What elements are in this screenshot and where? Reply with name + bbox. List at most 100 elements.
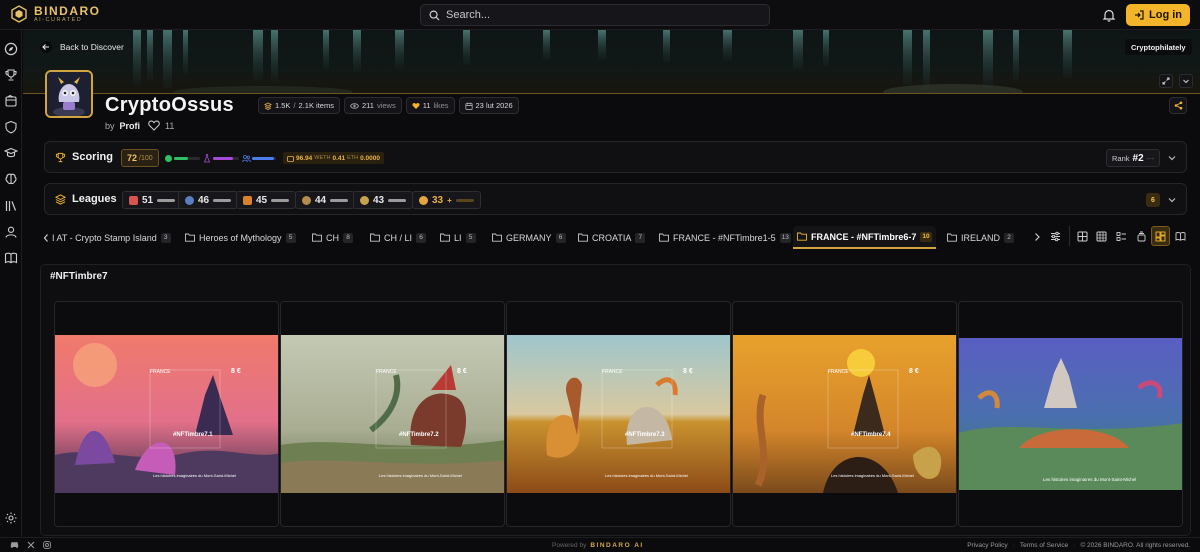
chevron-down-icon[interactable] (1166, 194, 1178, 206)
footer: Powered by BINDARO AI Privacy Policy · T… (0, 537, 1200, 552)
stamp-country: FRANCE (150, 369, 171, 375)
folder-tab-active[interactable]: FRANCE - #NFTimbre6-7 10 (793, 226, 936, 249)
book-view-button[interactable] (1170, 226, 1190, 246)
graduation-cap-icon[interactable] (4, 146, 18, 160)
login-button[interactable]: Log in (1126, 4, 1190, 26)
stack-view-button[interactable] (1131, 226, 1151, 246)
login-icon (1135, 10, 1144, 20)
eth-unit: ETH (347, 155, 359, 161)
library-icon[interactable] (4, 199, 18, 213)
league-red-icon (129, 195, 138, 205)
folder-tab[interactable]: CH 8 (312, 226, 353, 249)
league-count-badge: 6 (1146, 193, 1160, 207)
collection-banner: Back to Discover Cryptophilately (23, 30, 1200, 94)
owners-count: 1.5K (275, 101, 291, 110)
x-twitter-icon[interactable] (27, 541, 35, 549)
weth-unit: WETH (314, 155, 331, 161)
stack-view-icon (1137, 231, 1145, 241)
league-chip[interactable]: 44 (295, 191, 356, 209)
stamp-card[interactable]: FRANCE 8 € #NFTimbre7.3 Les histoires im… (506, 301, 731, 527)
collapse-banner-button[interactable] (1179, 74, 1193, 88)
trophy-icon (55, 152, 66, 162)
list-view-button[interactable] (1112, 226, 1132, 246)
stamp-grid: FRANCE 8 € #NFTimbre7.1 Les histoires im… (54, 301, 1184, 527)
league-silver-icon (360, 195, 369, 205)
scoring-panel[interactable]: Scoring 72 /100 96.94 WETH 0.41 ETH 0.00… (44, 141, 1187, 173)
powered-brand[interactable]: BINDARO AI (590, 542, 643, 549)
heart-outline-icon[interactable] (148, 120, 160, 131)
user-icon[interactable] (4, 225, 18, 239)
category-chip[interactable]: Cryptophilately (1125, 39, 1192, 55)
author-link[interactable]: Profi (120, 121, 141, 131)
league-chip[interactable]: 45 (236, 191, 297, 209)
footer-links: Privacy Policy · Terms of Service · © 20… (967, 542, 1190, 549)
back-to-discover-link[interactable]: Back to Discover (40, 41, 124, 53)
filter-button[interactable] (1046, 226, 1066, 246)
shield-icon[interactable] (4, 120, 18, 134)
stack-icon (264, 101, 272, 110)
discord-icon[interactable] (10, 541, 19, 549)
folder-tab[interactable]: I AT - Crypto Stamp Island 3 (52, 226, 171, 249)
book-icon[interactable] (4, 251, 18, 265)
eth-value-secondary: 0.0000 (360, 154, 381, 162)
bell-icon[interactable] (1102, 8, 1116, 22)
score-badge: 72 /100 (121, 149, 159, 167)
grid-small-button[interactable] (1092, 226, 1112, 246)
privacy-link[interactable]: Privacy Policy (967, 542, 1007, 549)
stamp-value: 8 € (457, 368, 467, 375)
brain-icon[interactable] (4, 172, 18, 186)
wallet-icon[interactable] (4, 94, 18, 108)
search-bar[interactable] (420, 4, 770, 26)
stamp-code: #NFTimbre7.1 (173, 432, 213, 438)
league-gold-icon (419, 195, 428, 205)
folder-tab[interactable]: Heroes of Mythology 5 (185, 226, 296, 249)
stamp-card[interactable]: Les histoires imaginaires du Mont-Saint-… (958, 301, 1183, 527)
folder-tab[interactable]: CROATIA 7 (578, 226, 646, 249)
stamp-country: FRANCE (602, 369, 623, 375)
stamp-value: 8 € (909, 368, 919, 375)
masonry-view-button[interactable] (1150, 226, 1171, 246)
stamp-caption: Les histoires imaginaires du Mont-Saint-… (153, 473, 236, 478)
weth-value: 96.94 (296, 154, 313, 162)
book-open-icon (1175, 231, 1186, 241)
items-count: 2.1K items (298, 101, 334, 110)
league-chip[interactable]: 46 (178, 191, 239, 209)
folder-tab[interactable]: IRELAND 2 (947, 226, 1015, 249)
chevron-left-icon[interactable] (42, 233, 50, 243)
folder-tab[interactable]: GERMANY 6 (492, 226, 566, 249)
logo[interactable]: BINDARO AI-CURATED (10, 5, 101, 24)
likes-label: likes (433, 101, 449, 110)
chevron-right-icon[interactable] (1031, 231, 1043, 243)
league-chip[interactable]: 33 + (412, 191, 481, 209)
compass-icon[interactable] (4, 42, 18, 56)
chevron-down-icon[interactable] (1166, 152, 1178, 164)
grid-small-icon (1096, 231, 1107, 241)
grid-large-button[interactable] (1073, 226, 1093, 246)
stamp-image (507, 335, 730, 493)
stamp-code: #NFTimbre7.2 (399, 432, 439, 438)
terms-link[interactable]: Terms of Service (1020, 542, 1068, 549)
list-icon (1116, 231, 1126, 241)
league-blue-icon (185, 195, 194, 205)
folder-tab[interactable]: FRANCE - #NFTimbre1-5 13 (659, 226, 791, 249)
settings-gear-icon[interactable] (4, 511, 18, 525)
leagues-panel[interactable]: Leagues 51 46 45 44 43 33 + 6 (44, 183, 1187, 215)
folder-tab[interactable]: LI 5 (440, 226, 476, 249)
stamp-card[interactable]: FRANCE 8 € #NFTimbre7.1 Les histoires im… (54, 301, 279, 527)
folder-icon (578, 233, 588, 242)
trophy-icon[interactable] (4, 68, 18, 82)
expand-banner-button[interactable] (1159, 74, 1173, 88)
share-button[interactable] (1169, 97, 1187, 114)
stamp-card[interactable]: FRANCE 8 € #NFTimbre7.4 Les histoires im… (732, 301, 957, 527)
search-input[interactable] (446, 9, 746, 21)
stamp-country: FRANCE (376, 369, 397, 375)
league-chip[interactable]: 43 (353, 191, 414, 209)
folder-tab[interactable]: CH / LI 6 (370, 226, 427, 249)
back-label: Back to Discover (60, 42, 124, 52)
collection-avatar (45, 70, 93, 118)
league-chip[interactable]: 51 (122, 191, 183, 209)
stamp-card[interactable]: FRANCE 8 € #NFTimbre7.2 Les histoires im… (280, 301, 505, 527)
instagram-icon[interactable] (43, 541, 51, 549)
folder-icon (185, 233, 195, 242)
date-stat: 23 lut 2026 (458, 97, 519, 114)
